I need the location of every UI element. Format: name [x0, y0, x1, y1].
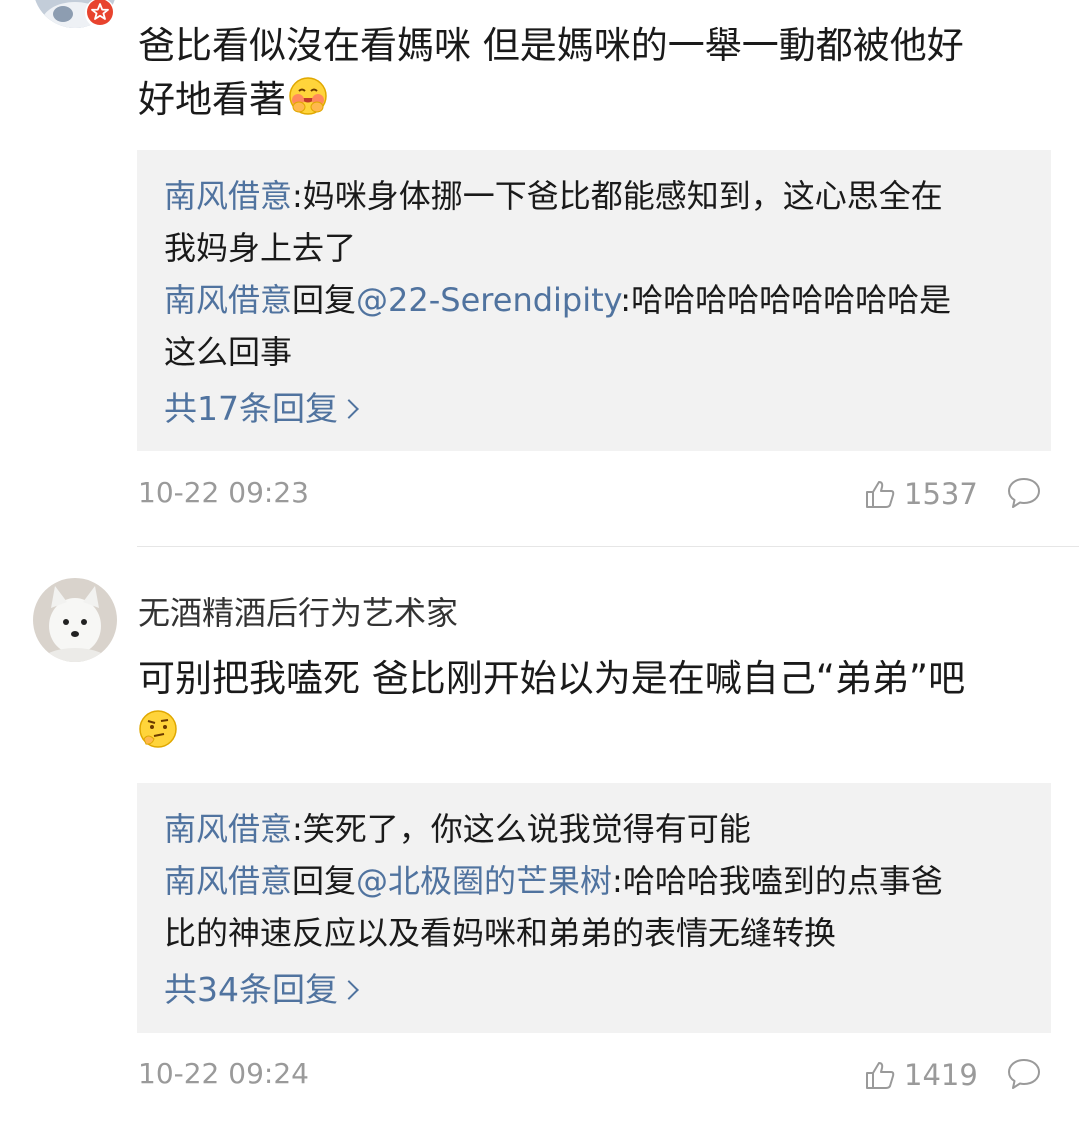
reply-text: 妈咪身体挪一下爸比都能感知到，这心思全在 — [302, 177, 943, 215]
reply-text: 这么回事 — [164, 333, 293, 371]
reply-item[interactable]: 南风借意回复@北极圈的芒果树:哈哈哈我嗑到的点事爸 比的神速反应以及看妈咪和弟弟… — [164, 855, 1024, 959]
reply-separator: : — [292, 810, 303, 848]
reply-button[interactable] — [1006, 476, 1042, 514]
comment-item: 爸比看似沒在看媽咪 但是媽咪的一舉一動都被他好 好地看著 南风借意:妈咪身体挪一… — [0, 0, 1079, 546]
like-button[interactable]: 1537 — [864, 476, 978, 512]
reply-separator: : — [620, 281, 632, 319]
reply-item[interactable]: 南风借意:笑死了，你这么说我觉得有可能 — [164, 803, 1024, 855]
reply-author-link[interactable]: 南风借意 — [164, 281, 292, 319]
comment-text-line: 好地看著 — [138, 78, 286, 121]
reply-preview-box[interactable]: 南风借意:妈咪身体挪一下爸比都能感知到，这心思全在 我妈身上去了 南风借意回复@… — [137, 150, 1051, 451]
like-button[interactable]: 1419 — [864, 1057, 978, 1093]
reply-author-link[interactable]: 南风借意 — [164, 810, 292, 848]
comment-text-line: 可别把我嗑死 爸比刚开始以为是在喊自己“弟弟”吧 — [138, 657, 966, 700]
avatar[interactable] — [33, 578, 117, 662]
reply-item[interactable]: 南风借意:妈咪身体挪一下爸比都能感知到，这心思全在 我妈身上去了 — [164, 170, 1024, 274]
comment-timestamp: 10-22 09:24 — [138, 1057, 309, 1090]
reply-author-link[interactable]: 南风借意 — [164, 862, 292, 900]
reply-word: 回复 — [292, 281, 357, 319]
more-replies-label: 共17条回复 — [164, 389, 338, 428]
comment-item: 无酒精酒后行为艺术家 可别把我嗑死 爸比刚开始以为是在喊自己“弟弟”吧 南风借意… — [0, 547, 1079, 1123]
chevron-right-icon — [339, 980, 359, 1000]
comment-text-line: 爸比看似沒在看媽咪 但是媽咪的一舉一動都被他好 — [138, 24, 964, 67]
reply-text: 比的神速反应以及看妈咪和弟弟的表情无缝转换 — [164, 914, 837, 952]
reply-word: 回复 — [292, 862, 357, 900]
thumbs-up-icon — [866, 1062, 895, 1089]
reply-text: 哈哈哈哈哈哈哈哈哈是 — [631, 281, 952, 319]
mention-link[interactable]: @北极圈的芒果树 — [356, 862, 612, 900]
username-link[interactable]: 无酒精酒后行为艺术家 — [138, 588, 458, 634]
view-all-replies-link[interactable]: 共17条回复 — [164, 382, 359, 430]
chevron-right-icon — [339, 399, 359, 419]
comment-text: 爸比看似沒在看媽咪 但是媽咪的一舉一動都被他好 好地看著 — [138, 19, 1038, 127]
verified-badge-icon — [84, 0, 116, 28]
reply-separator: : — [612, 862, 623, 900]
thinking-face-emoji-icon — [138, 709, 178, 749]
reply-author-link[interactable]: 南风借意 — [164, 177, 292, 215]
like-count: 1537 — [904, 477, 978, 511]
avatar-image — [33, 578, 117, 662]
reply-button[interactable] — [1006, 1057, 1042, 1095]
comment-bubble-icon — [1008, 1059, 1040, 1089]
hugging-face-emoji-icon — [288, 76, 328, 116]
comment-text: 可别把我嗑死 爸比刚开始以为是在喊自己“弟弟”吧 — [138, 652, 1038, 760]
thumbs-up-icon — [866, 481, 895, 508]
reply-preview-box[interactable]: 南风借意:笑死了，你这么说我觉得有可能 南风借意回复@北极圈的芒果树:哈哈哈我嗑… — [137, 783, 1051, 1033]
reply-text: 我妈身上去了 — [164, 229, 357, 267]
view-all-replies-link[interactable]: 共34条回复 — [164, 963, 359, 1011]
like-count: 1419 — [904, 1058, 978, 1092]
comment-timestamp: 10-22 09:23 — [138, 476, 309, 509]
mention-link[interactable]: @22-Serendipity — [356, 281, 620, 319]
reply-separator: : — [292, 177, 303, 215]
comment-bubble-icon — [1008, 478, 1040, 508]
reply-text: 笑死了，你这么说我觉得有可能 — [302, 810, 751, 848]
more-replies-label: 共34条回复 — [164, 970, 338, 1009]
reply-text: 哈哈哈我嗑到的点事爸 — [622, 862, 943, 900]
reply-item[interactable]: 南风借意回复@22-Serendipity:哈哈哈哈哈哈哈哈哈是 这么回事 — [164, 274, 1024, 378]
